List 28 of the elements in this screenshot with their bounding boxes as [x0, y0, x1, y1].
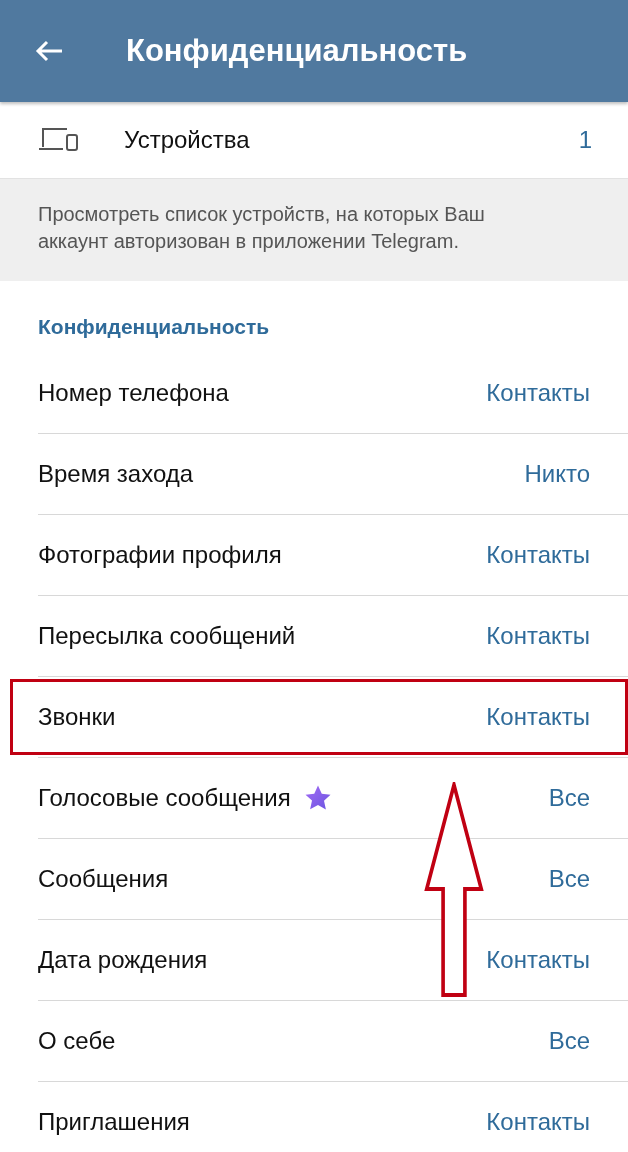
row-label[interactable]: Звонки: [38, 703, 116, 731]
row-value[interactable]: Контакты: [486, 622, 590, 650]
row-label[interactable]: Пересылка сообщений: [38, 622, 296, 650]
back-icon[interactable]: [34, 39, 64, 63]
row-value[interactable]: Все: [548, 1027, 590, 1055]
row-label[interactable]: Сообщения: [38, 865, 169, 893]
row-label[interactable]: Фотографии профиля: [38, 541, 282, 569]
row-value[interactable]: Никто: [524, 460, 590, 488]
devices-hint: Просмотреть список устройств, на которых Ваш аккаунт авторизован в приложении Telegram.: [0, 178, 628, 281]
row-value[interactable]: Все: [548, 865, 590, 893]
row-value[interactable]: Контакты: [486, 379, 590, 407]
devices-icon: [38, 127, 78, 153]
screen-title: Конфиденциальность: [126, 33, 468, 69]
row-value[interactable]: Контакты: [486, 703, 590, 731]
row-value[interactable]: Контакты: [486, 541, 590, 569]
row-label[interactable]: О себе: [38, 1027, 116, 1055]
devices-row[interactable]: Устройства 1: [0, 102, 628, 178]
row-label[interactable]: Время захода: [38, 460, 194, 488]
row-label[interactable]: Голосовые сообщения: [38, 784, 291, 812]
devices-count: 1: [578, 126, 592, 154]
row-value[interactable]: Контакты: [486, 1108, 590, 1136]
row-label[interactable]: Дата рождения: [38, 946, 208, 974]
row-label: Устройства: [124, 126, 251, 154]
row-label[interactable]: Номер телефона: [38, 379, 229, 407]
section-title: Конфиденциальность: [37, 314, 271, 340]
row-label[interactable]: Приглашения: [38, 1108, 190, 1136]
row-value[interactable]: Все: [548, 784, 590, 812]
row-value[interactable]: Контакты: [486, 946, 590, 974]
